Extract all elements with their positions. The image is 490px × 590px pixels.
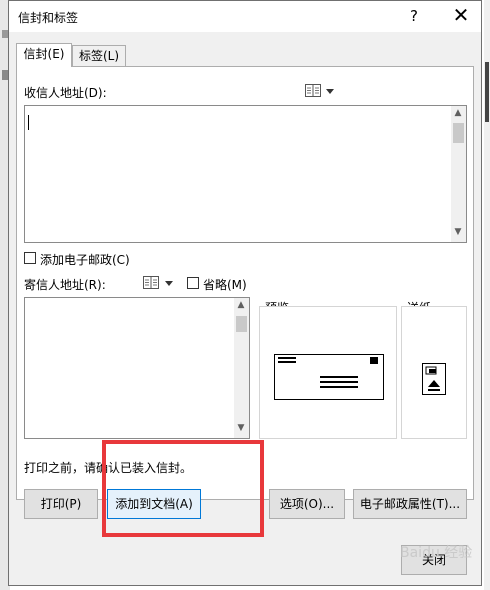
text-caret <box>28 115 29 130</box>
return-address-label: 寄信人地址(R): <box>24 278 106 292</box>
recipient-address-input[interactable]: ▲ ▼ <box>24 105 467 243</box>
tab-labels[interactable]: 标签(L) <box>72 45 126 67</box>
chevron-down-icon <box>326 89 334 94</box>
options-button[interactable]: 选项(O)... <box>269 489 345 519</box>
tab-envelopes[interactable]: 信封(E) <box>16 43 72 67</box>
epostage-properties-button[interactable]: 电子邮政属性(T)... <box>353 489 467 519</box>
recipient-address-book-button[interactable] <box>305 83 337 99</box>
recipient-address-label: 收信人地址(D): <box>24 86 107 100</box>
scroll-down-icon[interactable]: ▼ <box>451 227 465 237</box>
chevron-down-icon <box>165 281 173 286</box>
return-scrollbar[interactable]: ▲ ▼ <box>234 298 249 438</box>
load-envelope-notice: 打印之前，请确认已装入信封。 <box>24 461 193 475</box>
address-book-icon <box>143 276 159 289</box>
add-to-document-button[interactable]: 添加到文档(A) <box>107 489 201 519</box>
address-book-icon <box>305 84 321 97</box>
recipient-scrollbar[interactable]: ▲ ▼ <box>451 106 466 242</box>
scroll-up-icon[interactable]: ▲ <box>234 300 248 310</box>
scroll-thumb[interactable] <box>453 123 464 143</box>
add-epostage-checkbox[interactable]: 添加电子邮政(C) <box>24 250 144 267</box>
return-address-input[interactable]: ▲ ▼ <box>24 297 250 439</box>
title-bar[interactable]: 信封和标签 ? ✕ <box>9 1 481 32</box>
dialog-title: 信封和标签 <box>18 11 79 25</box>
checkbox-box <box>187 277 199 289</box>
envelope-feed-icon <box>422 363 446 395</box>
print-button[interactable]: 打印(P) <box>24 489 98 519</box>
envelope-preview[interactable] <box>259 306 397 439</box>
help-button[interactable]: ? <box>405 4 423 28</box>
scroll-up-icon[interactable]: ▲ <box>451 108 465 118</box>
envelopes-and-labels-dialog: 信封和标签 ? ✕ 信封(E) 标签(L) 收信人地址(D): ▲ ▼ 添加电子… <box>8 0 482 586</box>
return-address-book-button[interactable] <box>143 275 175 291</box>
omit-label: 省略(M) <box>203 278 247 292</box>
feed-preview[interactable] <box>401 306 467 439</box>
checkbox-box <box>24 252 36 264</box>
scroll-thumb[interactable] <box>236 316 247 332</box>
close-window-button[interactable]: ✕ <box>449 3 473 29</box>
background-app-mark <box>485 62 489 122</box>
envelope-preview-icon <box>274 354 384 400</box>
scroll-down-icon[interactable]: ▼ <box>234 423 248 433</box>
omit-return-address-checkbox[interactable]: 省略(M) <box>185 275 255 292</box>
baidu-watermark: Baidu 经验 <box>400 545 473 561</box>
add-epostage-label: 添加电子邮政(C) <box>40 253 130 267</box>
